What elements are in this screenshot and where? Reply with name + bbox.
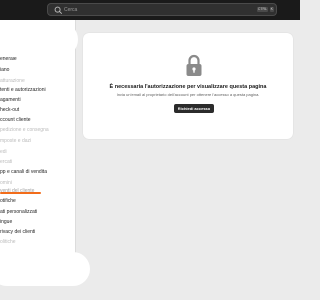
sidebar-item-customer-accounts[interactable]: ccount cliente xyxy=(0,117,31,123)
top-bar: Cerca CTRL K xyxy=(0,0,300,20)
sidebar-item-policies[interactable]: olitiche xyxy=(0,239,16,245)
sidebar-item-payments[interactable]: agamenti xyxy=(0,97,21,103)
sidebar-item-plan[interactable]: iano xyxy=(0,67,9,73)
search-input[interactable]: Cerca CTRL K xyxy=(47,3,277,16)
page-description: Invia un'email al proprietario dell'acco… xyxy=(116,92,260,97)
shortcut-key-k: K xyxy=(269,7,274,12)
active-item-indicator xyxy=(0,192,41,194)
sidebar-item-domains[interactable]: omini xyxy=(0,180,12,186)
sidebar-item-taxes[interactable]: mposte e dazi xyxy=(0,138,31,144)
sidebar-item-checkout[interactable]: heck-out xyxy=(0,107,19,113)
request-access-button[interactable]: Richiedi accesso xyxy=(174,104,214,113)
permission-card: È necessaria l'autorizzazione per visual… xyxy=(83,33,293,139)
search-placeholder: Cerca xyxy=(64,7,78,13)
sidebar-item-users[interactable]: tenti e autorizzazioni xyxy=(0,87,46,93)
sidebar-item-billing[interactable]: atturazione xyxy=(0,78,25,84)
page-title: È necessaria l'autorizzazione per visual… xyxy=(109,84,267,90)
redaction-overlay-top xyxy=(0,22,78,57)
sidebar-item-languages[interactable]: ingue xyxy=(0,219,12,225)
sidebar-item-markets[interactable]: ercati xyxy=(0,159,12,165)
sidebar-item-notifications[interactable]: otifiche xyxy=(0,198,16,204)
lock-icon xyxy=(186,54,202,76)
sidebar-item-apps[interactable]: pp e canali di vendita xyxy=(0,169,47,175)
sidebar-item-custom-data[interactable]: ati personalizzati xyxy=(0,209,37,215)
sidebar-item-locations[interactable]: edi xyxy=(0,149,7,155)
redaction-overlay-bottom xyxy=(0,252,90,286)
shortcut-key-ctrl: CTRL xyxy=(256,7,268,12)
search-icon xyxy=(54,6,63,15)
sidebar-item-customer-privacy[interactable]: rivacy dei clienti xyxy=(0,229,35,235)
sidebar-item-shipping[interactable]: pedizione e consegna xyxy=(0,127,49,133)
